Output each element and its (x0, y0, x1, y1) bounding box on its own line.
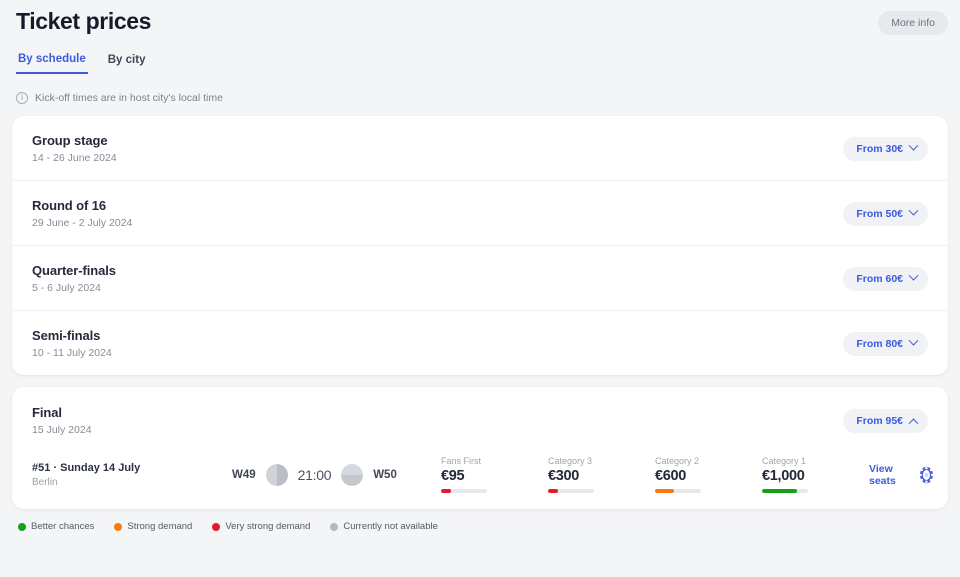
demand-bar (655, 489, 701, 493)
price-category[interactable]: Fans First €95 (441, 456, 548, 493)
price-category[interactable]: Category 1 €1,000 (762, 456, 869, 493)
match-id-and-day: #51 · Sunday 14 July (32, 462, 232, 474)
match-meta: #51 · Sunday 14 July Berlin (32, 462, 232, 488)
stage-price-label: From 30€ (856, 143, 903, 155)
demand-bar (441, 489, 487, 493)
match-fixture: W49 21:00 W50 (232, 464, 427, 486)
more-info-button[interactable]: More info (878, 11, 948, 35)
legend-dot-icon (330, 523, 338, 531)
category-name: Category 3 (548, 456, 655, 466)
stage-dates: 5 - 6 July 2024 (32, 282, 116, 294)
category-price: €300 (548, 468, 655, 484)
stage-info: Semi-finals 10 - 11 July 2024 (32, 328, 112, 359)
tab-bar: By schedule By city (16, 53, 948, 74)
stadium-seat-map-icon[interactable] (917, 461, 936, 489)
home-team-code: W49 (232, 469, 256, 481)
legend-dot-icon (18, 523, 26, 531)
legend-item: Better chances (18, 521, 94, 532)
page-title: Ticket prices (12, 8, 151, 35)
category-price: €600 (655, 468, 762, 484)
chevron-up-icon (909, 418, 919, 428)
demand-bar-fill (441, 489, 451, 493)
legend-item: Strong demand (114, 521, 192, 532)
stage-name: Semi-finals (32, 328, 112, 343)
view-seats-group[interactable]: View seats (869, 461, 944, 489)
stage-price-label: From 95€ (856, 415, 903, 427)
stage-row-group-stage[interactable]: Group stage 14 - 26 June 2024 From 30€ (12, 116, 948, 181)
final-card: Final 15 July 2024 From 95€ #51 · Sunday… (12, 387, 948, 509)
stage-price-label: From 80€ (856, 338, 903, 350)
kickoff-notice: i Kick-off times are in host city's loca… (16, 92, 948, 104)
demand-bar-fill (548, 489, 558, 493)
stage-info: Final 15 July 2024 (32, 405, 92, 436)
price-category[interactable]: Category 2 €600 (655, 456, 762, 493)
stage-row-final[interactable]: Final 15 July 2024 From 95€ (12, 387, 948, 450)
category-name: Category 1 (762, 456, 869, 466)
stage-row-round-of-16[interactable]: Round of 16 29 June - 2 July 2024 From 5… (12, 181, 948, 246)
category-price: €95 (441, 468, 548, 484)
chevron-down-icon (909, 206, 919, 216)
chevron-down-icon (909, 141, 919, 151)
away-team-crest-icon (341, 464, 363, 486)
stage-name: Round of 16 (32, 198, 132, 213)
legend-dot-icon (114, 523, 122, 531)
tab-by-schedule[interactable]: By schedule (16, 53, 88, 74)
demand-bar (762, 489, 808, 493)
demand-legend: Better chances Strong demand Very strong… (18, 521, 948, 532)
legend-label: Better chances (31, 521, 94, 532)
stage-row-semi-finals[interactable]: Semi-finals 10 - 11 July 2024 From 80€ (12, 311, 948, 375)
chevron-down-icon (909, 336, 919, 346)
stage-price-chip[interactable]: From 50€ (843, 202, 928, 226)
category-price: €1,000 (762, 468, 869, 484)
stage-dates: 15 July 2024 (32, 424, 92, 436)
stage-dates: 14 - 26 June 2024 (32, 152, 117, 164)
match-kickoff-time: 21:00 (298, 467, 332, 483)
price-category[interactable]: Category 3 €300 (548, 456, 655, 493)
chevron-down-icon (909, 271, 919, 281)
match-city: Berlin (32, 477, 232, 488)
away-team-code: W50 (373, 469, 397, 481)
price-categories: Fans First €95 Category 3 €300 Category … (441, 456, 869, 493)
tab-by-city[interactable]: By city (106, 53, 148, 74)
legend-label: Very strong demand (225, 521, 310, 532)
stage-info: Quarter-finals 5 - 6 July 2024 (32, 263, 116, 294)
tab-bar-rule (12, 73, 960, 74)
stage-name: Group stage (32, 133, 117, 148)
stage-price-label: From 50€ (856, 208, 903, 220)
stage-price-chip[interactable]: From 95€ (843, 409, 928, 433)
legend-item: Currently not available (330, 521, 438, 532)
match-row: #51 · Sunday 14 July Berlin W49 21:00 W5… (12, 450, 948, 509)
stage-dates: 29 June - 2 July 2024 (32, 217, 132, 229)
category-name: Fans First (441, 456, 548, 466)
stage-name: Quarter-finals (32, 263, 116, 278)
stage-info: Group stage 14 - 26 June 2024 (32, 133, 117, 164)
legend-item: Very strong demand (212, 521, 310, 532)
legend-dot-icon (212, 523, 220, 531)
view-seats-link[interactable]: View seats (869, 463, 905, 487)
category-name: Category 2 (655, 456, 762, 466)
stage-info: Round of 16 29 June - 2 July 2024 (32, 198, 132, 229)
demand-bar-fill (655, 489, 674, 493)
ticket-prices-page: Ticket prices More info By schedule By c… (0, 0, 960, 577)
demand-bar-fill (762, 489, 797, 493)
stage-row-quarter-finals[interactable]: Quarter-finals 5 - 6 July 2024 From 60€ (12, 246, 948, 311)
stage-price-chip[interactable]: From 30€ (843, 137, 928, 161)
stages-card: Group stage 14 - 26 June 2024 From 30€ R… (12, 116, 948, 375)
stage-price-chip[interactable]: From 60€ (843, 267, 928, 291)
stage-price-chip[interactable]: From 80€ (843, 332, 928, 356)
info-icon: i (16, 92, 28, 104)
stage-name: Final (32, 405, 92, 420)
stage-dates: 10 - 11 July 2024 (32, 347, 112, 359)
home-team-crest-icon (266, 464, 288, 486)
stage-price-label: From 60€ (856, 273, 903, 285)
demand-bar (548, 489, 594, 493)
legend-label: Strong demand (127, 521, 192, 532)
kickoff-notice-text: Kick-off times are in host city's local … (35, 92, 223, 104)
page-header: Ticket prices More info (12, 0, 948, 35)
legend-label: Currently not available (343, 521, 438, 532)
